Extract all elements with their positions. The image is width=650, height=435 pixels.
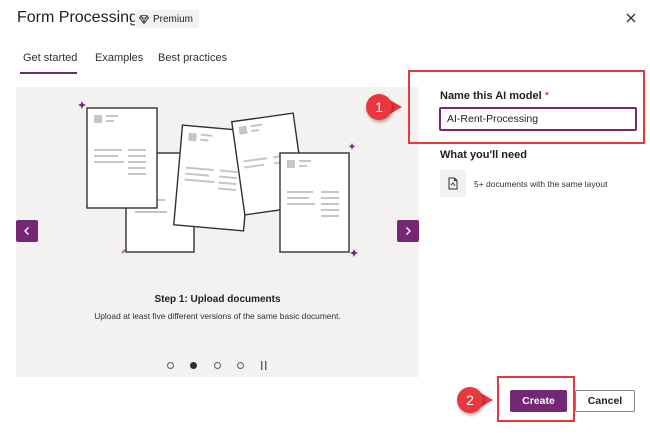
annotation-badge-1: 1 [366,94,392,120]
cancel-button[interactable]: Cancel [575,390,635,412]
chevron-right-icon [406,227,411,235]
active-tab-indicator [20,72,77,74]
requirements-heading: What you'll need [440,149,527,161]
requirement-icon-box [440,170,466,197]
annotation-badge-2: 2 [457,387,483,413]
carousel-dot-1[interactable] [167,362,174,369]
previous-slide-button[interactable] [16,220,38,242]
premium-label: Premium [153,13,194,25]
annotation-highlight-2 [497,376,575,422]
annotation-highlight-1 [408,70,645,144]
step-title: Step 1: Upload documents [154,294,281,305]
step-description: Upload at least five different versions … [94,311,341,321]
tab-get-started[interactable]: Get started [23,52,77,64]
carousel-dot-2[interactable] [190,362,197,369]
chevron-left-icon [24,227,29,235]
next-slide-button[interactable] [397,220,419,242]
document-icon [448,177,458,190]
dialog-title: Form Processing [17,9,138,26]
diamond-icon [139,14,149,24]
close-icon[interactable] [624,11,638,25]
carousel-dot-4[interactable] [237,362,244,369]
carousel-dot-3[interactable] [214,362,221,369]
requirement-item-text: 5+ documents with the same layout [474,179,608,189]
documents-illustration [78,101,358,257]
pause-icon[interactable] [261,361,267,370]
carousel-panel [16,87,419,377]
premium-badge: Premium [135,10,200,28]
tab-examples[interactable]: Examples [95,52,143,64]
tab-best-practices[interactable]: Best practices [158,52,227,64]
